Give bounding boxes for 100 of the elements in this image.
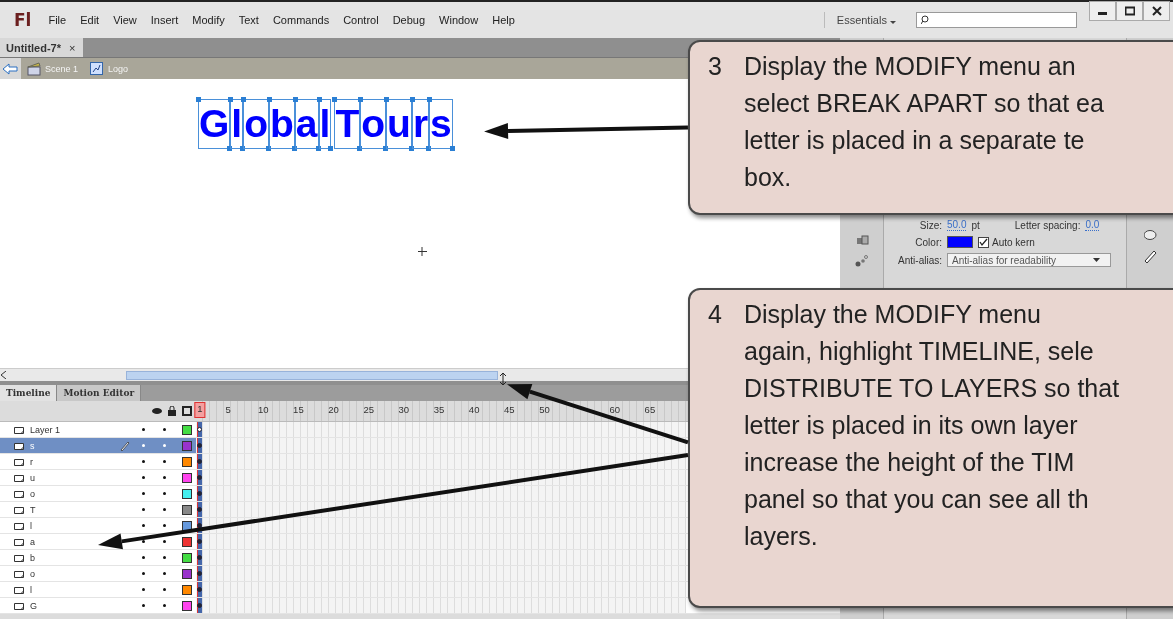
menu-item[interactable]: Edit [73,11,107,29]
letter-text-box[interactable]: l [318,99,332,149]
anti-alias-dropdown[interactable]: Anti-alias for readability [947,253,1111,267]
visibility-dot[interactable] [142,604,145,607]
lock-dot[interactable] [163,460,166,463]
layer-color-swatch[interactable] [182,440,192,451]
pencil-tool-icon[interactable] [1143,249,1157,263]
menu-item[interactable]: Commands [265,11,337,29]
document-tab[interactable]: Untitled-7* × [0,38,84,57]
3d-cubes-icon[interactable] [854,233,869,245]
lock-dot[interactable] [163,428,166,431]
letter-text-box[interactable]: o [243,99,269,149]
keyframe-dot[interactable] [197,491,202,496]
lock-dot[interactable] [163,524,166,527]
menu-item[interactable]: View [106,11,144,29]
frame-number: 10 [258,404,269,415]
menu-item[interactable]: Help [485,11,522,29]
minimize-button[interactable] [1089,1,1116,21]
keyframe-dot[interactable] [197,555,202,560]
menu-item[interactable]: Control [336,11,386,29]
lock-dot[interactable] [163,444,166,447]
layer-color-swatch[interactable] [182,584,192,595]
lock-dot[interactable] [163,540,166,543]
layer-color-swatch[interactable] [182,456,192,467]
size-value[interactable]: 50.0 [947,219,967,231]
keyframe-dot[interactable] [197,587,202,592]
keyframe-dot[interactable] [197,523,202,528]
lock-dot[interactable] [163,476,166,479]
instruction-text: layers. [744,521,819,552]
keyframe-dot[interactable] [197,459,202,464]
visibility-dot[interactable] [142,588,145,591]
maximize-button[interactable] [1116,1,1143,21]
keyframe-dot[interactable] [197,571,202,576]
oval-tool-icon[interactable] [1143,230,1157,241]
lock-dot[interactable] [163,556,166,559]
menu-item[interactable]: Window [432,11,486,29]
layer-color-swatch[interactable] [182,568,192,579]
letter-text-box[interactable]: b [269,99,295,149]
resize-handle-icon[interactable] [500,373,507,386]
visibility-dot[interactable] [142,476,145,479]
letter-text-box[interactable]: l [230,99,244,149]
layer-color-swatch[interactable] [182,424,192,435]
lock-dot[interactable] [163,492,166,495]
eye-icon[interactable] [152,407,162,415]
lock-dot[interactable] [163,588,166,591]
search-field[interactable] [916,12,1077,28]
menu-item[interactable]: Insert [143,11,186,29]
letter-text-box[interactable]: s [429,99,453,149]
keyframe-dot[interactable] [197,443,202,448]
back-arrow-icon[interactable] [3,62,18,75]
keyframe-dot[interactable] [197,603,202,608]
letter-text-box[interactable]: a [294,99,319,149]
menu-item[interactable]: Modify [185,11,232,29]
layer-color-swatch[interactable] [182,600,192,611]
close-button[interactable] [1143,1,1170,21]
close-icon[interactable]: × [69,41,76,54]
letter-text-box[interactable]: u [386,99,412,149]
visibility-dot[interactable] [142,460,145,463]
letter-text-box[interactable]: T [334,99,361,149]
color-swatch[interactable] [947,236,973,248]
layer-color-swatch[interactable] [182,552,192,563]
letter-text-box[interactable]: r [411,99,430,149]
visibility-dot[interactable] [142,524,145,527]
lock-icon[interactable] [168,406,176,416]
visibility-dot[interactable] [142,508,145,511]
empty-keyframe-circle[interactable] [197,427,202,432]
layer-name: l [30,584,33,595]
visibility-dot[interactable] [142,492,145,495]
lock-dot[interactable] [163,604,166,607]
outline-icon[interactable] [182,406,192,416]
panel-tab[interactable]: Timeline [0,385,58,401]
letter-spacing-value[interactable]: 0.0 [1085,219,1100,231]
lock-dot[interactable] [163,572,166,575]
frame-number: 30 [398,404,410,415]
visibility-dot[interactable] [142,556,145,559]
scrollbar-thumb[interactable] [126,370,498,380]
layer-color-swatch[interactable] [182,472,192,483]
letter-text-box[interactable]: G [198,99,231,149]
step-number: 3 [708,51,723,82]
keyframe-dot[interactable] [197,539,202,544]
layer-color-swatch[interactable] [182,504,192,515]
menu-item[interactable]: Debug [385,11,433,29]
search-icon [921,15,929,25]
visibility-dot[interactable] [142,428,145,431]
menu-item[interactable]: File [41,11,74,29]
visibility-dot[interactable] [142,540,145,543]
keyframe-dot[interactable] [197,507,202,512]
layer-color-swatch[interactable] [182,520,192,531]
keyframe-dot[interactable] [197,475,202,480]
panel-tab[interactable]: Motion Editor [57,385,142,401]
visibility-dot[interactable] [142,444,145,447]
layer-color-swatch[interactable] [182,488,192,499]
menu-item[interactable]: Text [231,11,266,29]
layer-color-swatch[interactable] [182,536,192,547]
checkbox[interactable] [978,236,989,248]
lock-dot[interactable] [163,508,166,511]
spray-dots-icon[interactable] [854,255,869,267]
letter-text-box[interactable]: o [360,99,387,149]
visibility-dot[interactable] [142,572,145,575]
workspace-dropdown[interactable]: Essentials [823,12,908,28]
